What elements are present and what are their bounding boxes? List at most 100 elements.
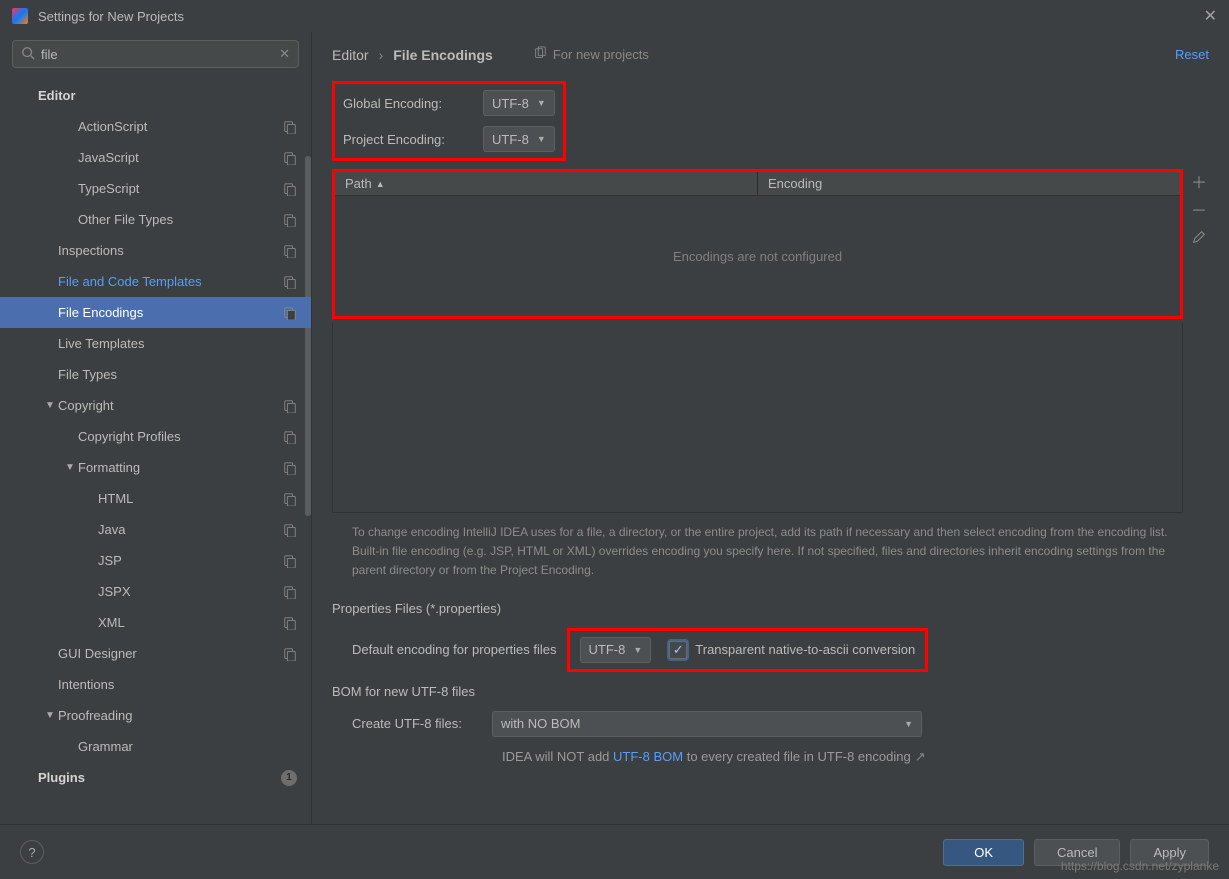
search-input[interactable] [41,47,279,62]
global-encoding-combo[interactable]: UTF-8 ▼ [483,90,555,116]
sidebar-item-label: JavaScript [78,150,283,165]
properties-highlight: UTF-8 ▼ ✓ Transparent native-to-ascii co… [567,628,929,672]
encoding-settings-highlight: Global Encoding: UTF-8 ▼ Project Encodin… [332,81,566,161]
sidebar-item-proofreading[interactable]: ▼Proofreading [0,700,311,731]
sidebar-item-editor[interactable]: Editor [0,80,311,111]
sidebar-item-copyright-profiles[interactable]: Copyright Profiles [0,421,311,452]
titlebar: Settings for New Projects ✕ [0,0,1229,32]
sidebar-item-label: Other File Types [78,212,283,227]
copy-icon [533,46,547,63]
global-encoding-label: Global Encoding: [343,96,483,111]
count-badge: 1 [281,770,297,786]
override-icon [283,647,297,661]
empty-table-text: Encodings are not configured [673,249,842,264]
for-new-projects-label: For new projects [533,46,649,63]
sidebar-item-other-file-types[interactable]: Other File Types [0,204,311,235]
native-to-ascii-label[interactable]: Transparent native-to-ascii conversion [695,642,915,657]
window-title: Settings for New Projects [38,9,184,24]
sidebar-item-label: JSP [98,553,283,568]
breadcrumb-current: File Encodings [393,47,493,63]
create-utf8-combo[interactable]: with NO BOM ▼ [492,711,922,737]
sidebar-item-live-templates[interactable]: Live Templates [0,328,311,359]
sidebar-item-gui-designer[interactable]: GUI Designer [0,638,311,669]
native-to-ascii-checkbox[interactable]: ✓ [669,641,687,659]
override-icon [283,151,297,165]
add-button[interactable]: ＋ [1189,171,1209,191]
sidebar-item-jspx[interactable]: JSPX [0,576,311,607]
sidebar-item-javascript[interactable]: JavaScript [0,142,311,173]
breadcrumb: Editor › File Encodings [332,47,493,63]
sidebar-item-plugins[interactable]: Plugins1 [0,762,311,793]
clear-search-icon[interactable]: ✕ [279,46,290,62]
sidebar-item-typescript[interactable]: TypeScript [0,173,311,204]
sidebar-item-file-and-code-templates[interactable]: File and Code Templates [0,266,311,297]
external-link-icon: ↗ [915,749,926,764]
sidebar-item-label: Copyright [58,398,283,413]
sidebar-item-label: Live Templates [58,336,297,351]
chevron-down-icon: ▼ [537,134,546,144]
sidebar-item-label: File Encodings [58,305,283,320]
sidebar-item-html[interactable]: HTML [0,483,311,514]
sidebar-item-intentions[interactable]: Intentions [0,669,311,700]
properties-heading: Properties Files (*.properties) [332,601,1209,616]
sidebar-item-label: GUI Designer [58,646,283,661]
properties-encoding-combo[interactable]: UTF-8 ▼ [580,637,652,663]
settings-search[interactable]: ✕ [12,40,299,68]
help-button[interactable]: ? [20,840,44,864]
sidebar-item-file-types[interactable]: File Types [0,359,311,390]
sidebar-item-xml[interactable]: XML [0,607,311,638]
encoding-table-body-lower [332,323,1183,513]
sidebar-item-label: Inspections [58,243,283,258]
sidebar-item-label: Plugins [38,770,281,785]
reset-link[interactable]: Reset [1175,47,1209,62]
sidebar-item-file-encodings[interactable]: File Encodings [0,297,311,328]
sidebar-item-label: Grammar [78,739,297,754]
create-utf8-label: Create UTF-8 files: [352,716,482,731]
sidebar-item-label: File and Code Templates [58,274,283,289]
settings-tree: EditorActionScript JavaScript TypeScript Ot… [0,76,311,824]
table-actions: ＋ － [1189,169,1209,513]
ok-button[interactable]: OK [943,839,1024,866]
sidebar-item-label: Java [98,522,283,537]
chevron-down-icon: ▼ [42,400,58,411]
sidebar-item-label: JSPX [98,584,283,599]
override-icon [283,616,297,630]
sidebar-item-actionscript[interactable]: ActionScript [0,111,311,142]
override-icon [283,182,297,196]
settings-content: Editor › File Encodings For new projects… [312,32,1229,824]
override-icon [283,120,297,134]
override-icon [283,244,297,258]
chevron-down-icon: ▼ [62,462,78,473]
cancel-button[interactable]: Cancel [1034,839,1120,866]
encoding-table-body: Encodings are not configured [335,196,1180,316]
default-properties-encoding-label: Default encoding for properties files [352,642,557,657]
sidebar-item-formatting[interactable]: ▼Formatting [0,452,311,483]
sidebar-item-inspections[interactable]: Inspections [0,235,311,266]
project-encoding-combo[interactable]: UTF-8 ▼ [483,126,555,152]
sidebar-item-java[interactable]: Java [0,514,311,545]
sidebar-item-jsp[interactable]: JSP [0,545,311,576]
bom-heading: BOM for new UTF-8 files [332,684,1209,699]
close-icon[interactable]: ✕ [1204,6,1217,26]
override-icon [283,430,297,444]
chevron-down-icon: ▼ [633,645,642,655]
override-icon [283,492,297,506]
sidebar-item-grammar[interactable]: Grammar [0,731,311,762]
sidebar-item-label: Copyright Profiles [78,429,283,444]
search-icon [21,46,35,63]
override-icon [283,306,297,320]
sidebar-item-label: TypeScript [78,181,283,196]
sidebar-item-label: XML [98,615,283,630]
path-column-header[interactable]: Path ▲ [335,172,758,195]
breadcrumb-parent[interactable]: Editor [332,47,369,63]
utf8-bom-link[interactable]: UTF-8 BOM [613,749,683,764]
app-logo-icon [12,8,28,24]
edit-button[interactable] [1189,227,1209,247]
dialog-footer: ? OK Cancel Apply [0,824,1229,879]
apply-button[interactable]: Apply [1130,839,1209,866]
override-icon [283,461,297,475]
remove-button[interactable]: － [1189,199,1209,219]
sidebar-item-copyright[interactable]: ▼Copyright [0,390,311,421]
sidebar-item-label: HTML [98,491,283,506]
encoding-column-header[interactable]: Encoding [758,172,1180,195]
